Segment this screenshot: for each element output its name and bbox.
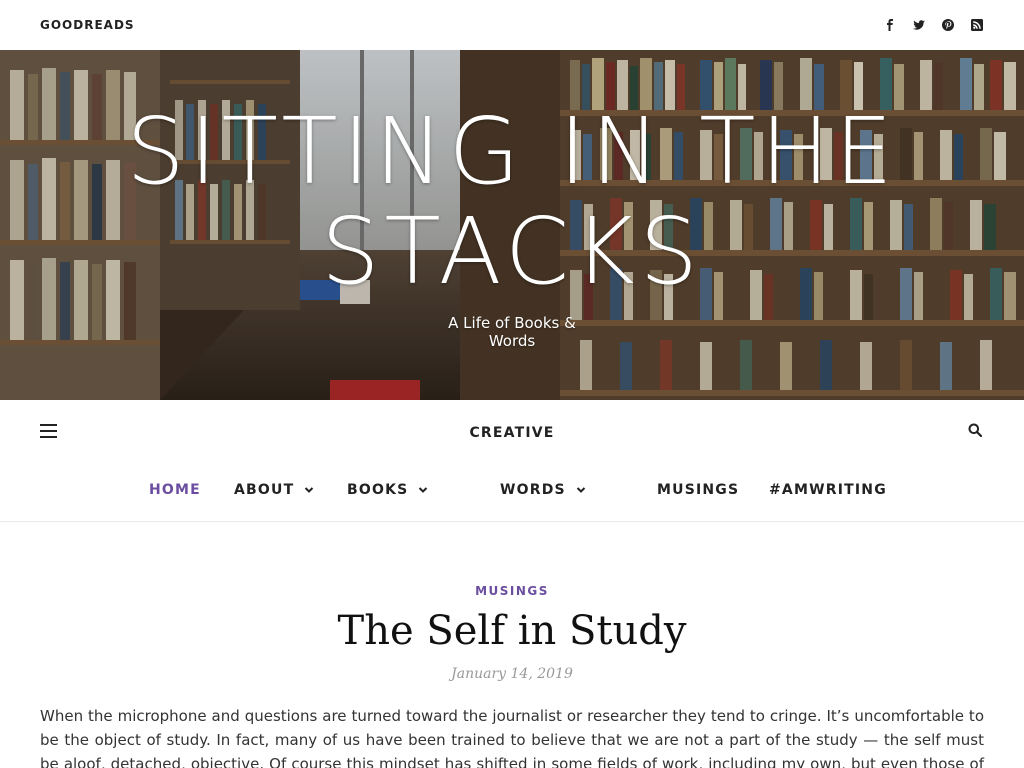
post-excerpt: When the microphone and questions are tu… [40,707,984,768]
twitter-icon[interactable] [912,18,926,32]
pinterest-icon[interactable] [941,18,955,32]
nav-item-label: #AMWRITING [769,482,887,498]
nav-item-label: WORDS [500,482,566,498]
nav-item-books[interactable]: BOOKS [347,482,428,498]
chevron-down-icon [305,487,314,493]
nav-item-words[interactable]: WORDS [500,482,586,498]
facebook-icon[interactable] [883,18,897,32]
site-title[interactable]: SITTING IN THE STACKS [122,102,902,302]
goodreads-link[interactable]: GOODREADS [40,18,135,32]
search-icon[interactable] [968,422,984,438]
social-links [883,18,984,32]
hero-banner: SITTING IN THE STACKS A Life of Books & … [0,50,1024,400]
top-bar: GOODREADS [0,0,1024,50]
nav-item-musings[interactable]: MUSINGS [657,482,739,498]
nav-item-label: ABOUT [234,482,295,498]
nav-item-label: BOOKS [347,482,409,498]
post-date: January 14, 2019 [451,666,573,682]
main-navigation: CREATIVE HOME ABOUT BOOKS WORDS MUSINGS … [0,400,1024,522]
nav-item-label: MUSINGS [657,482,740,498]
nav-menu: HOME ABOUT BOOKS WORDS MUSINGS #AMWRITIN… [0,482,1024,502]
chevron-down-icon [419,487,428,493]
post-article: MUSINGS The Self in Study January 14, 20… [0,522,1024,768]
nav-item-amwriting[interactable]: #AMWRITING [769,482,887,498]
nav-item-label: HOME [149,482,201,498]
nav-item-home[interactable]: HOME [149,482,201,498]
nav-item-about[interactable]: ABOUT [234,482,314,498]
rss-icon[interactable] [970,18,984,32]
post-title[interactable]: The Self in Study [0,606,1024,656]
nav-item-creative[interactable]: CREATIVE [469,425,554,441]
site-tagline: A Life of Books & Words [448,314,576,350]
post-category-link[interactable]: MUSINGS [0,584,1024,598]
chevron-down-icon [576,487,586,493]
